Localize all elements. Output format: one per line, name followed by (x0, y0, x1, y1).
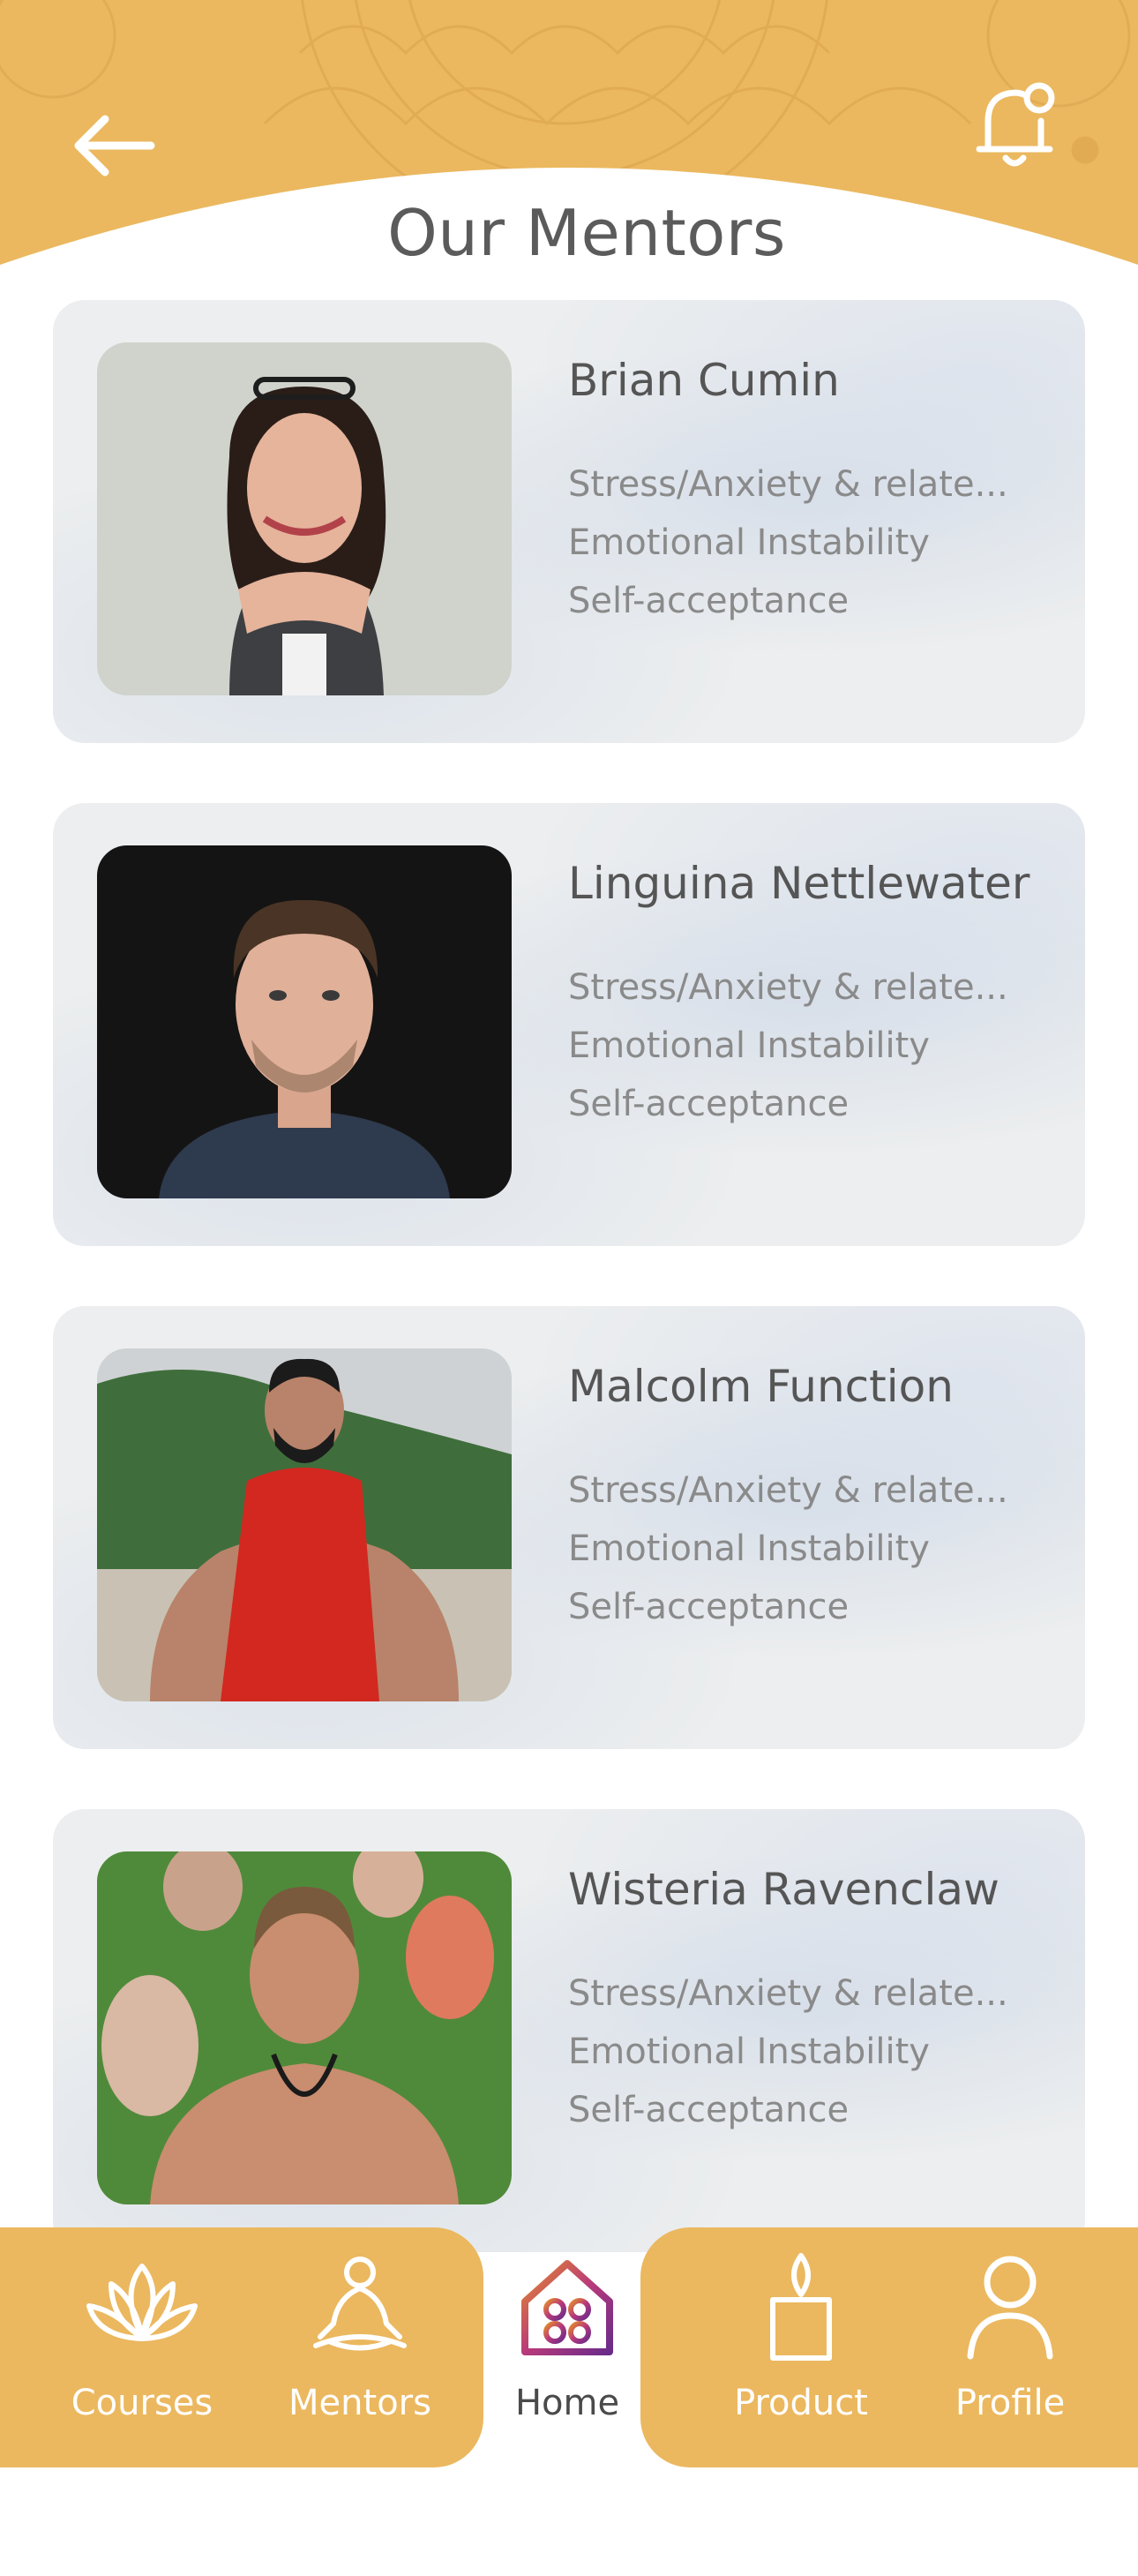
nav-label: Courses (71, 2383, 213, 2423)
nav-label: Home (514, 2383, 620, 2423)
nav-item-home[interactable]: Home (479, 2249, 655, 2452)
nav-label: Mentors (288, 2383, 431, 2423)
mentor-tag: Self-acceptance (568, 581, 850, 621)
nav-item-mentors[interactable]: Mentors (272, 2249, 448, 2452)
mentor-card[interactable]: Linguina Nettlewater Stress/Anxiety & re… (53, 803, 1085, 1246)
mentor-tag: Stress/Anxiety & relate... (568, 1973, 1008, 2014)
mentor-tag: Stress/Anxiety & relate... (568, 464, 1008, 505)
person-icon (953, 2249, 1067, 2363)
mentor-tag: Emotional Instability (568, 522, 930, 563)
lotus-icon (85, 2249, 199, 2363)
meditation-figure-icon (303, 2249, 417, 2363)
mentor-card[interactable]: Brian Cumin Stress/Anxiety & relate... E… (53, 300, 1085, 743)
nav-label: Product (734, 2383, 868, 2423)
mentor-photo (97, 1851, 512, 2204)
mentor-tag: Stress/Anxiety & relate... (568, 967, 1008, 1008)
mentor-photo (97, 342, 512, 695)
mentor-name: Linguina Nettlewater (568, 858, 1030, 909)
mentor-photo (97, 1348, 512, 1701)
mentor-tag: Self-acceptance (568, 1084, 850, 1124)
candle-icon (744, 2249, 858, 2363)
mentor-name: Brian Cumin (568, 355, 840, 406)
page-title: Our Mentors (387, 196, 786, 270)
mentor-card[interactable]: Wisteria Ravenclaw Stress/Anxiety & rela… (53, 1809, 1085, 2252)
arrow-left-icon (70, 110, 158, 184)
mentor-tag: Emotional Instability (568, 1528, 930, 1569)
mentors-screen: Our Mentors Brian Cumin Stress/Anxiety &… (0, 0, 1138, 2576)
bell-icon (970, 75, 1059, 176)
mentor-tag: Emotional Instability (568, 2032, 930, 2072)
mentor-tag: Stress/Anxiety & relate... (568, 1470, 1008, 1511)
nav-item-profile[interactable]: Profile (922, 2249, 1098, 2452)
mentor-name: Wisteria Ravenclaw (568, 1864, 999, 1915)
mentor-tag: Self-acceptance (568, 1587, 850, 1627)
mentor-tag: Emotional Instability (568, 1025, 930, 1066)
mentor-tag: Self-acceptance (568, 2090, 850, 2130)
home-icon (510, 2249, 625, 2363)
back-button[interactable] (65, 99, 162, 196)
mentor-card[interactable]: Malcolm Function Stress/Anxiety & relate… (53, 1306, 1085, 1749)
nav-item-courses[interactable]: Courses (54, 2249, 230, 2452)
mentor-photo (97, 845, 512, 1198)
mentor-name: Malcolm Function (568, 1361, 954, 1412)
nav-label: Profile (955, 2383, 1066, 2423)
nav-item-product[interactable]: Product (713, 2249, 889, 2452)
notification-button[interactable] (962, 72, 1067, 178)
